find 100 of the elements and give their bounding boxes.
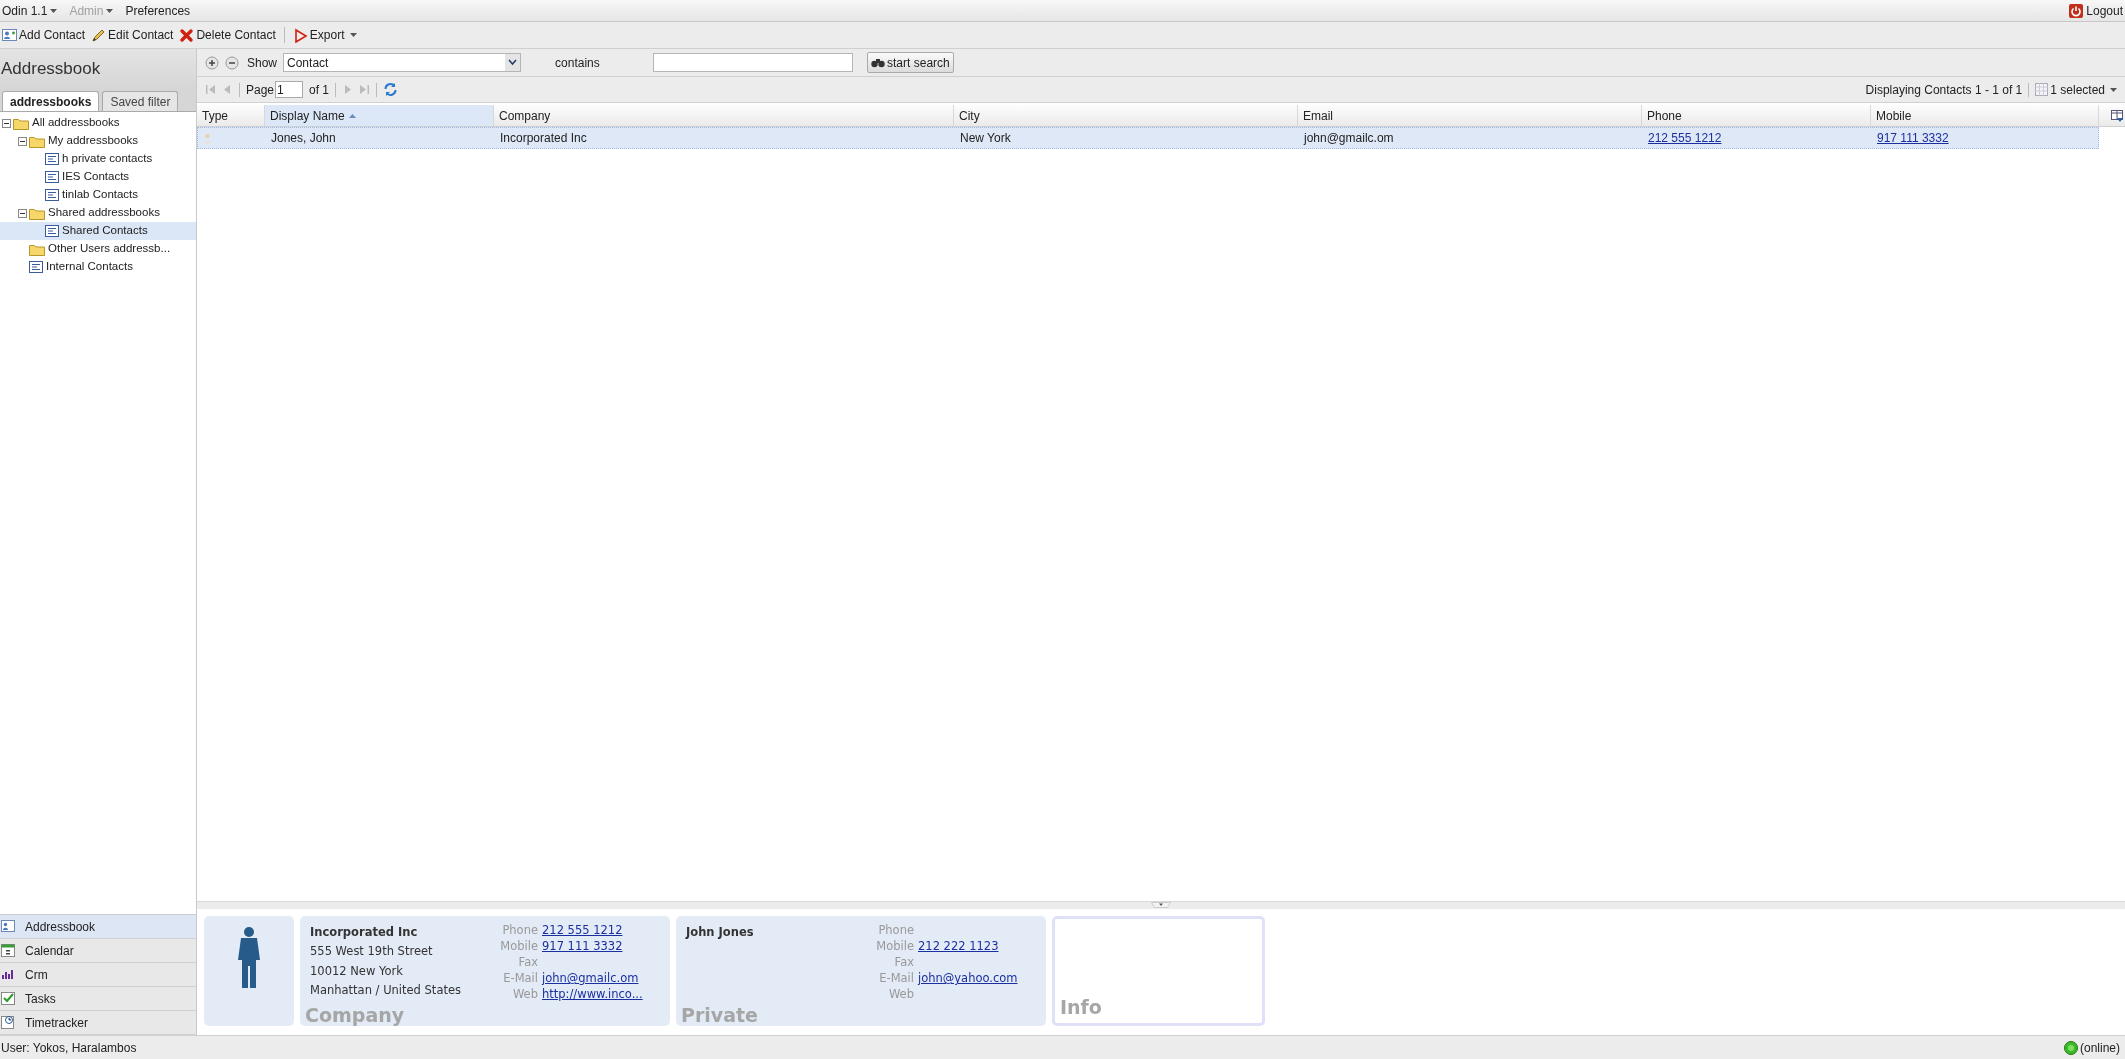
field-label: Mobile [875, 938, 914, 956]
card-caption: Info [1060, 994, 1102, 1020]
operator-label: contains [555, 54, 601, 72]
filter-field-select[interactable]: Contact [283, 53, 522, 72]
table-cell: john@gmailc.om [1304, 131, 1394, 145]
toolbar-button[interactable]: Delete Contact [178, 24, 277, 46]
page-label: Page [246, 81, 275, 99]
tab[interactable]: Saved filter [102, 91, 179, 111]
chart-icon [1, 967, 15, 982]
selection-menu-button[interactable]: 1 selected [2035, 80, 2117, 99]
first-page-button[interactable] [205, 84, 216, 95]
tree-item[interactable]: All addressbooks [0, 114, 196, 132]
addressbook-icon [45, 153, 59, 165]
address-line: 555 West 19th Street [310, 943, 434, 961]
collapse-icon [18, 136, 27, 146]
contact-name: John Jones [686, 924, 755, 941]
field-link[interactable]: john@yahoo.com [918, 970, 1018, 988]
address-line: Manhattan / United States [310, 981, 462, 999]
toolbar-button[interactable]: Add Contact [1, 24, 87, 46]
last-page-button[interactable] [359, 84, 371, 95]
column-header[interactable]: City [954, 105, 1298, 126]
export-icon [292, 27, 308, 43]
toolbar-button[interactable]: Export [291, 24, 358, 46]
module-tab[interactable]: Timetracker [0, 1011, 196, 1035]
column-header[interactable]: Phone [1642, 105, 1871, 126]
module-tab[interactable]: Tasks [0, 987, 196, 1011]
column-header[interactable]: Display Name [265, 105, 494, 126]
logout-button[interactable]: Logout [2069, 1, 2123, 20]
user-label: User: Yokos, Haralambos [1, 1039, 137, 1057]
field-label: Fax [517, 954, 538, 972]
phone-link[interactable]: 212 555 1212 [1648, 131, 1722, 145]
module-tab[interactable]: Addressbook [0, 915, 196, 939]
search-field[interactable] [653, 53, 854, 72]
field-label: Mobile [499, 938, 538, 956]
menu-item[interactable]: Odin 1.1 [2, 1, 58, 20]
caret-icon [349, 33, 357, 37]
column-header[interactable]: Mobile [1871, 105, 2099, 126]
card-caption: Private [681, 1005, 758, 1026]
field-label: Fax [893, 954, 914, 972]
minus-icon [225, 55, 239, 70]
add-filter-button[interactable] [205, 55, 219, 70]
folder-icon [13, 116, 29, 130]
table-row[interactable]: Jones, John Incorporated Inc New York john@gmailc.om 212 555 1212 917 111 3332 [197, 127, 2099, 149]
page-field[interactable]: 1 [275, 81, 304, 98]
add-contact-icon [2, 27, 17, 43]
addressbook-icon [45, 189, 59, 201]
addressbook-icon [45, 225, 59, 237]
person-silhouette-icon [237, 926, 261, 990]
tree-item[interactable]: tinlab Contacts [0, 186, 196, 204]
field-link[interactable]: 212 555 1212 [542, 922, 623, 940]
field-link[interactable]: http://www.inco... [542, 986, 643, 1004]
tree-item[interactable]: IES Contacts [0, 168, 196, 186]
card-caption: Company [305, 1005, 405, 1026]
field-label: Web [511, 986, 538, 1004]
plus-icon [205, 55, 219, 70]
refresh-button[interactable] [383, 82, 399, 97]
field-link[interactable]: john@gmailc.om [542, 970, 639, 988]
sort-ascending-icon [348, 113, 356, 118]
clock-icon [1, 1015, 15, 1030]
address-line: 10012 New York [310, 962, 404, 980]
menu-item[interactable]: Preferences [125, 1, 191, 20]
addressbook-icon [29, 261, 43, 273]
field-label: E-Mail [502, 970, 538, 988]
pencil-icon [91, 27, 107, 43]
table-cell: Jones, John [271, 131, 336, 145]
tree-item[interactable]: Other Users addressb... [0, 240, 196, 258]
module-tab[interactable]: Crm [0, 963, 196, 987]
toolbar-button[interactable]: Edit Contact [90, 24, 175, 46]
table-cell: New York [960, 131, 1011, 145]
field-link[interactable]: 917 111 3332 [542, 938, 623, 956]
table-cell: Incorporated Inc [500, 131, 587, 145]
tab[interactable]: addressbooks [2, 91, 100, 111]
tree-item[interactable]: Internal Contacts [0, 258, 196, 276]
previous-page-icon [222, 84, 233, 95]
field-label: Phone [501, 922, 538, 940]
tree-item[interactable]: h private contacts [0, 150, 196, 168]
field-label: Web [887, 986, 914, 1004]
remove-filter-button[interactable] [225, 55, 239, 70]
columns-icon [2111, 109, 2123, 122]
checklist-icon [1, 991, 15, 1006]
tree-item[interactable]: Shared Contacts [0, 222, 196, 240]
addressbook-icon [45, 171, 59, 183]
column-header[interactable]: Company [494, 105, 954, 126]
column-header[interactable]: Email [1298, 105, 1642, 126]
folder-icon [29, 242, 45, 256]
calendar-icon [1, 943, 15, 958]
search-button[interactable]: start search [867, 52, 954, 73]
first-page-icon [205, 84, 216, 95]
previous-page-button[interactable] [222, 84, 233, 95]
field-label: Phone [877, 922, 914, 940]
phone-link[interactable]: 917 111 3332 [1877, 131, 1949, 145]
next-page-icon [342, 84, 354, 95]
next-page-button[interactable] [342, 84, 354, 95]
field-link[interactable]: 212 222 1123 [918, 938, 999, 956]
tree-item[interactable]: Shared addressbooks [0, 204, 196, 222]
delete-icon [179, 27, 195, 43]
module-tab[interactable]: Calendar [0, 939, 196, 963]
person-icon [203, 132, 212, 144]
last-page-icon [359, 84, 371, 95]
tree-item[interactable]: My addressbooks [0, 132, 196, 150]
